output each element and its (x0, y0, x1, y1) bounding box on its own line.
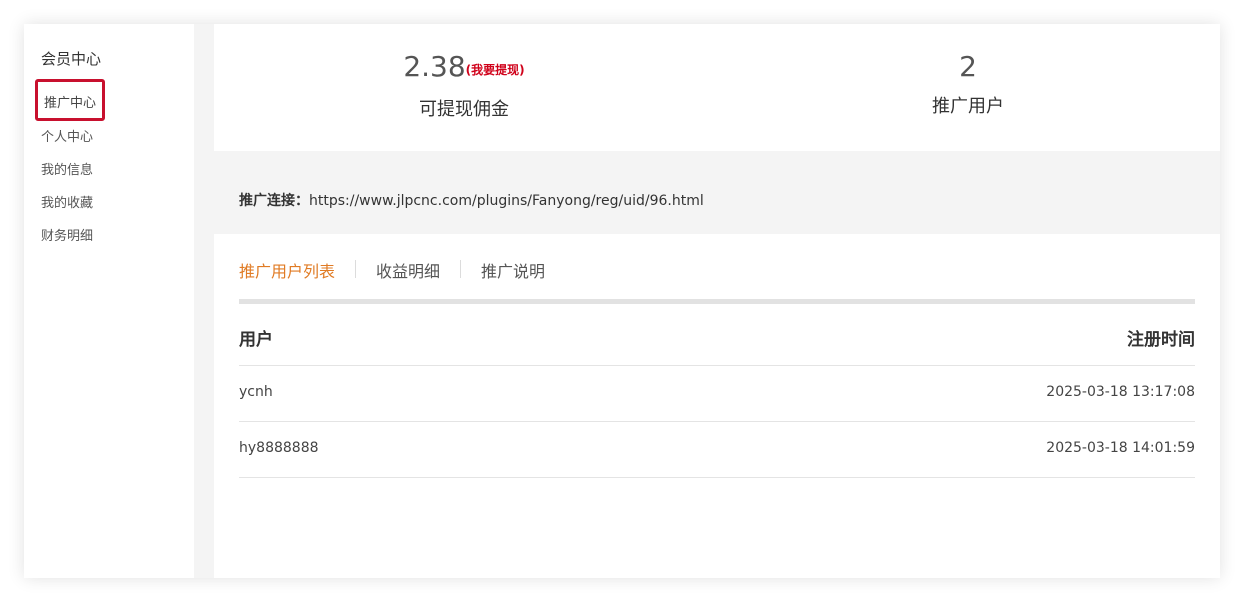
sidebar-title: 会员中心 (41, 50, 102, 68)
list-panel: 推广用户列表 收益明细 推广说明 用户 注册时间 ycnh 2025-03-18… (214, 234, 1220, 578)
sidebar-item-finance-details[interactable]: 财务明细 (41, 225, 93, 244)
table-header: 用户 注册时间 (239, 305, 1195, 366)
row-user: hy8888888 (239, 440, 319, 456)
row-register-time: 2025-03-18 14:01:59 (1046, 440, 1195, 456)
commission-label: 可提现佣金 (419, 99, 509, 120)
member-center-container: 会员中心 推广中心 个人中心 我的信息 我的收藏 财务明细 2.38(我要提现)… (24, 24, 1220, 578)
column-header-register-time: 注册时间 (1127, 330, 1195, 350)
stats-panel: 2.38(我要提现) 可提现佣金 2 推广用户 (214, 24, 1220, 151)
sidebar-item-my-info[interactable]: 我的信息 (41, 159, 93, 178)
table-row: ycnh 2025-03-18 13:17:08 (239, 366, 1195, 422)
table-row: hy8888888 2025-03-18 14:01:59 (239, 422, 1195, 478)
promoted-users-stat: 2 推广用户 (868, 50, 1068, 118)
sidebar-item-personal-center[interactable]: 个人中心 (41, 126, 93, 145)
withdraw-link[interactable]: (我要提现) (466, 63, 525, 77)
sidebar: 会员中心 推广中心 个人中心 我的信息 我的收藏 财务明细 (24, 24, 194, 578)
tab-bar: 推广用户列表 收益明细 推广说明 (239, 258, 1195, 304)
promo-link-label: 推广连接： (239, 193, 309, 209)
promo-link-row: 推广连接：https://www.jlpcnc.com/plugins/Fany… (239, 190, 704, 210)
column-header-user: 用户 (239, 330, 273, 350)
commission-value: 2.38 (403, 50, 466, 83)
commission-value-row: 2.38(我要提现) (364, 50, 564, 87)
row-user: ycnh (239, 384, 273, 400)
main-content: 2.38(我要提现) 可提现佣金 2 推广用户 推广连接：https://www… (214, 24, 1220, 578)
row-register-time: 2025-03-18 13:17:08 (1046, 384, 1195, 400)
tab-divider (355, 260, 356, 278)
tab-divider (460, 260, 461, 278)
sidebar-item-my-favorites[interactable]: 我的收藏 (41, 192, 93, 211)
promoted-users-value: 2 (959, 50, 977, 83)
promoted-users-table: 用户 注册时间 ycnh 2025-03-18 13:17:08 hy88888… (239, 305, 1195, 478)
tab-promoted-users[interactable]: 推广用户列表 (239, 258, 335, 282)
promoted-users-label: 推广用户 (932, 96, 1004, 117)
sidebar-item-promotion-center[interactable]: 推广中心 (35, 79, 106, 121)
promo-link-url[interactable]: https://www.jlpcnc.com/plugins/Fanyong/r… (309, 193, 704, 209)
commission-stat: 2.38(我要提现) 可提现佣金 (364, 50, 564, 121)
tab-earnings-details[interactable]: 收益明细 (376, 258, 440, 282)
tab-promotion-instructions[interactable]: 推广说明 (481, 258, 545, 282)
